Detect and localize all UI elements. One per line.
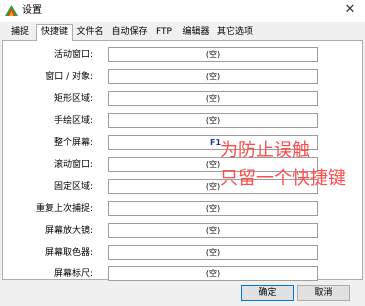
label-rectangle-region: 矩形区域: bbox=[53, 94, 93, 104]
label-active-window: 活动窗口: bbox=[53, 50, 93, 60]
label-scrolling-window: 滚动窗口: bbox=[53, 160, 93, 170]
tab-editor[interactable]: 编辑器 bbox=[179, 26, 213, 40]
tab-autosave[interactable]: 自动保存 bbox=[108, 26, 151, 40]
hotkey-active-window-field[interactable]: (空) bbox=[108, 47, 318, 62]
tab-filename[interactable]: 文件名 bbox=[73, 26, 107, 40]
title-bar: 设置 ✕ bbox=[0, 0, 365, 22]
hotkey-window-object-field[interactable]: (空) bbox=[108, 69, 318, 84]
label-screen-ruler: 屏幕标尺: bbox=[53, 269, 93, 279]
label-freehand-region: 手绘区域: bbox=[53, 116, 93, 126]
window-title: 设置 bbox=[22, 5, 42, 16]
tab-ftp[interactable]: FTP bbox=[151, 26, 177, 40]
app-logo-icon bbox=[5, 5, 18, 16]
label-fixed-region: 固定区域: bbox=[53, 182, 93, 192]
label-repeat-last-capture: 重复上次捕捉: bbox=[35, 204, 93, 214]
cancel-button[interactable]: 取消 bbox=[297, 285, 350, 301]
annotation-line-1: 为防止误触 bbox=[220, 140, 310, 161]
label-full-screen: 整个屏幕: bbox=[53, 138, 93, 148]
label-window-object: 窗口 / 对象: bbox=[45, 72, 93, 82]
tab-bar: 捕捉 快捷键 文件名 自动保存 FTP 编辑器 其它选项 bbox=[0, 24, 365, 41]
close-icon: ✕ bbox=[344, 2, 356, 17]
close-button[interactable]: ✕ bbox=[335, 0, 365, 22]
tab-other-options[interactable]: 其它选项 bbox=[215, 26, 255, 40]
hotkey-screen-ruler-field[interactable]: (空) bbox=[108, 266, 318, 281]
hotkey-repeat-last-capture-field[interactable]: (空) bbox=[108, 201, 318, 216]
label-screen-magnifier: 屏幕放大镜: bbox=[44, 226, 93, 236]
label-color-picker: 屏幕取色器: bbox=[44, 248, 93, 258]
annotation-line-2: 只留一个快捷键 bbox=[220, 168, 346, 189]
hotkey-rectangle-region-field[interactable]: (空) bbox=[108, 91, 318, 106]
tab-capture[interactable]: 捕捉 bbox=[8, 26, 32, 40]
tab-hotkeys[interactable]: 快捷键 bbox=[36, 24, 73, 41]
hotkey-color-picker-field[interactable]: (空) bbox=[108, 245, 318, 260]
ok-button[interactable]: 确定 bbox=[241, 285, 294, 301]
hotkey-freehand-region-field[interactable]: (空) bbox=[108, 113, 318, 128]
hotkey-screen-magnifier-field[interactable]: (空) bbox=[108, 223, 318, 238]
